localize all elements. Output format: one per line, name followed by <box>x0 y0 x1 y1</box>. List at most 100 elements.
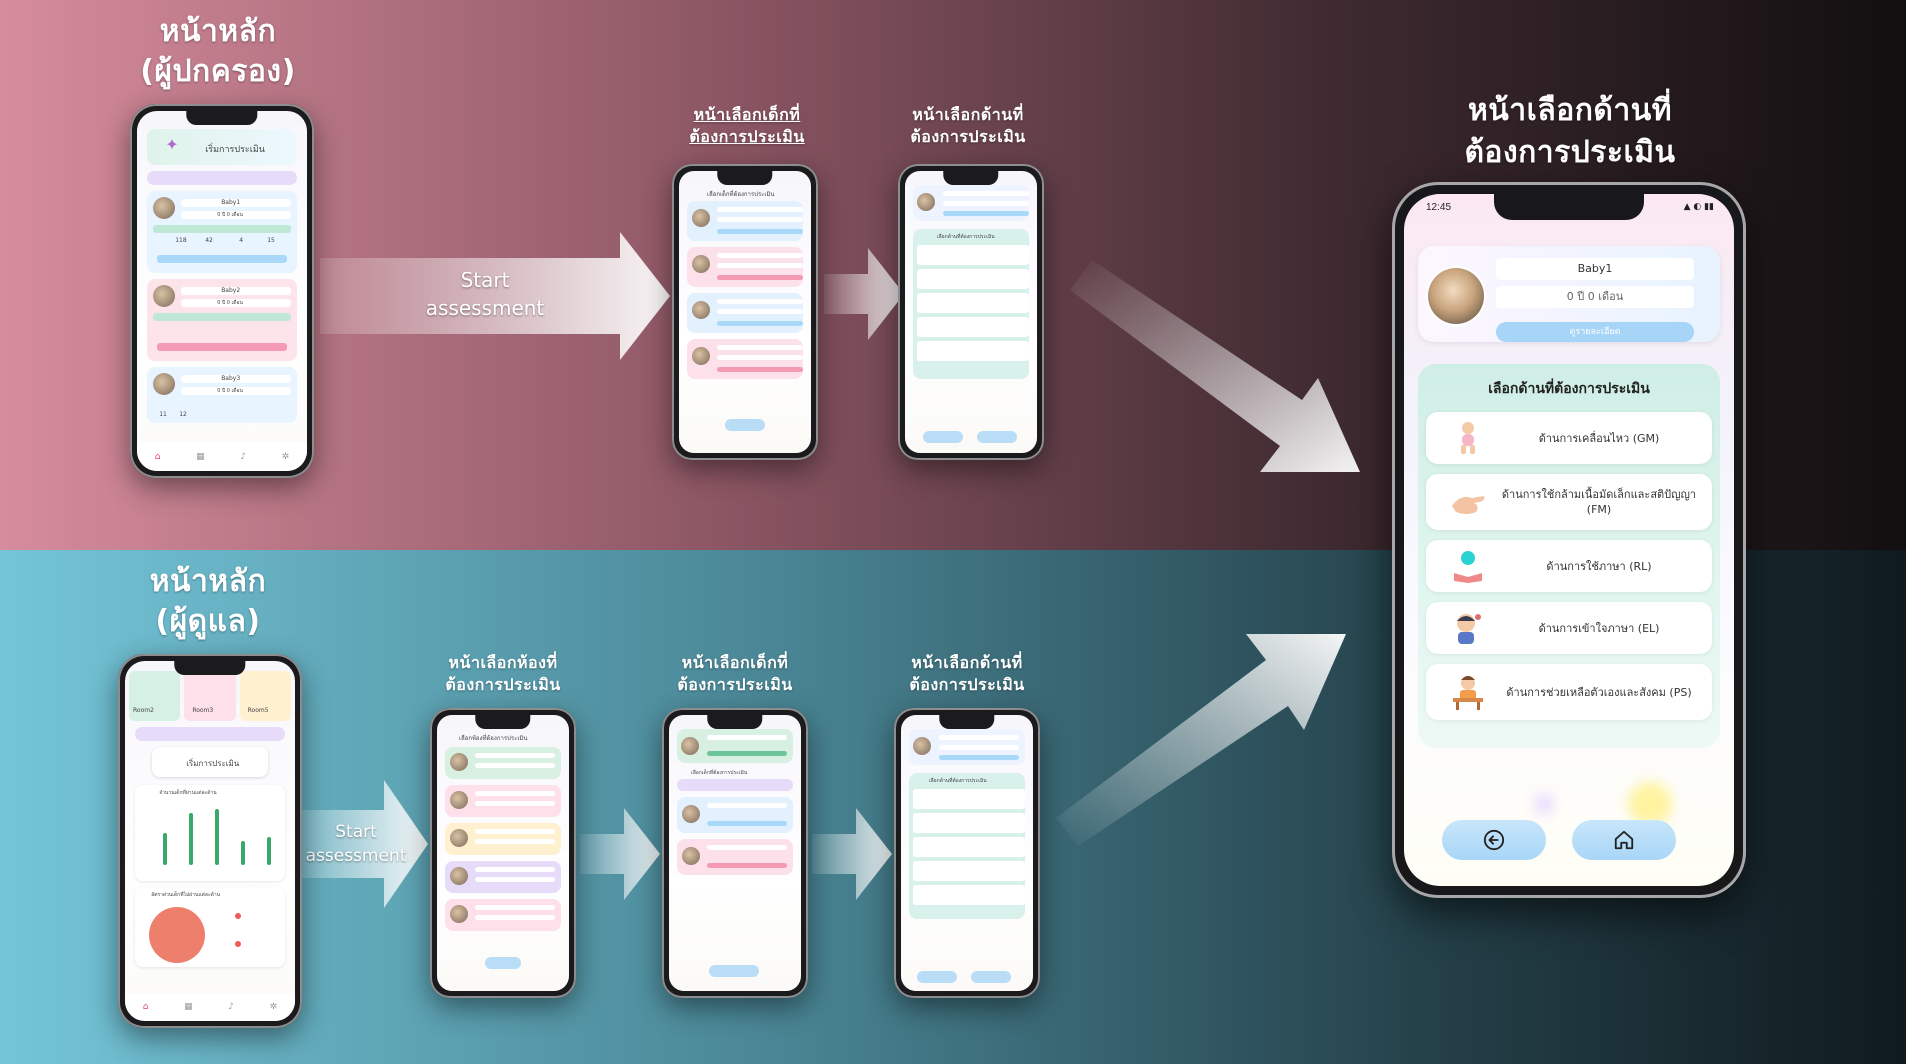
select-domain-heading: หน้าเลือกด้านที่ ต้องการประเมิน <box>910 105 1026 146</box>
view-details-button[interactable]: ดูรายละเอียด <box>1496 322 1694 342</box>
setting-tab-icon[interactable]: ✲ <box>270 1002 278 1012</box>
child-card-baby3[interactable]: Baby3 0 ปี 0 เดือน 11 12 <box>147 367 297 423</box>
room-strip[interactable]: Room2 Room3 Room5 <box>125 671 295 721</box>
pie-chart-card: อัตราส่วนเด็กที่ไม่ผ่านแต่ละด้าน <box>135 887 285 967</box>
domain-item[interactable] <box>912 837 1025 857</box>
domain-item[interactable] <box>916 245 1029 265</box>
select-domain-screen: เลือกด้านที่ต้องการประเมิน <box>905 171 1037 453</box>
arrow-top-1 <box>824 248 904 340</box>
back-button[interactable] <box>917 971 957 983</box>
back-button[interactable] <box>485 957 521 969</box>
domain-panel: เลือกด้านที่ต้องการประเมิน <box>912 229 1030 379</box>
domain-item[interactable] <box>912 789 1025 809</box>
start-assessment-card[interactable]: เริ่มการประเมิน ✦ <box>147 129 297 165</box>
back-button[interactable] <box>923 431 963 443</box>
hand-icon <box>1450 484 1486 520</box>
domain-selection-panel: เลือกด้านที่ต้องการประเมิน ด้านการเคลื่อ… <box>1418 364 1720 748</box>
setting-tab-icon[interactable]: ✲ <box>282 452 290 462</box>
child-item[interactable] <box>686 247 804 287</box>
home-button[interactable] <box>971 971 1011 983</box>
domain-item[interactable] <box>916 341 1029 361</box>
room-item[interactable] <box>444 861 562 893</box>
domain-gm-button[interactable]: ด้านการเคลื่อนไหว (GM) <box>1426 412 1712 464</box>
home-button[interactable] <box>977 431 1017 443</box>
select-child-heading: หน้าเลือกเด็กที่ ต้องการประเมิน <box>689 105 805 146</box>
start-assessment-text: เริ่มการประเมิน <box>205 145 265 155</box>
domain-item[interactable] <box>912 861 1025 881</box>
home-tab-icon[interactable]: ⌂ <box>155 452 161 462</box>
filter-bar[interactable] <box>676 779 794 791</box>
child-card-baby1[interactable]: Baby1 0 ปี 0 เดือน 118 42 4 15 <box>147 191 297 273</box>
domain-item[interactable] <box>916 269 1029 289</box>
domain-el-button[interactable]: ด้านการเข้าใจภาษา (EL) <box>1426 602 1712 654</box>
baby-crawl-icon <box>1450 420 1486 456</box>
screen-title: เลือกห้องที่ต้องการประเมิน <box>459 735 528 742</box>
child-age: 0 ปี 0 เดือน <box>217 300 243 306</box>
avatar <box>153 197 176 219</box>
arrow-bottom-2 <box>812 808 892 900</box>
child-card-baby2[interactable]: Baby2 0 ปี 0 เดือน <box>147 279 297 361</box>
back-button[interactable] <box>709 965 759 977</box>
start-assessment-text: เริ่มการประเมิน <box>186 759 240 768</box>
notification-tab-icon[interactable]: ♪ <box>228 1002 234 1012</box>
home-tab-icon[interactable]: ⌂ <box>143 1002 149 1012</box>
book-icon <box>1450 548 1486 584</box>
filter-bar[interactable] <box>147 171 297 185</box>
decorative-glow <box>1534 794 1554 814</box>
status-bar-icons: ▲ ◐ ▮▮ <box>1683 202 1714 212</box>
room-item[interactable] <box>444 899 562 931</box>
avatar <box>153 285 176 307</box>
domain-rl-button[interactable]: ด้านการใช้ภาษา (RL) <box>1426 540 1712 592</box>
child-name: Baby3 <box>221 375 241 382</box>
phone-caregiver-home: Room2 Room3 Room5 เริ่มการประเมิน จำนวนเ… <box>118 654 302 1028</box>
domain-item[interactable] <box>916 293 1029 313</box>
avatar <box>1428 268 1484 324</box>
room-item[interactable] <box>444 785 562 817</box>
room-summary <box>676 729 794 763</box>
arrow-top-diagonal <box>1070 260 1360 472</box>
explore-tab-icon[interactable]: ▦ <box>196 452 205 462</box>
bar-chart-card: จำนวนเด็กที่ผ่านแต่ละด้าน <box>135 785 285 881</box>
phone-parent-home: เริ่มการประเมิน ✦ Baby1 0 ปี 0 เดือน 118… <box>130 104 314 478</box>
back-button[interactable] <box>725 419 765 431</box>
bottom-tab-bar[interactable]: ⌂ ▦ ♪ ✲ <box>125 993 295 1021</box>
select-domain-heading-bottom: หน้าเลือกด้านที่ ต้องการประเมิน <box>909 653 1025 694</box>
select-room-screen: เลือกห้องที่ต้องการประเมิน <box>437 715 569 991</box>
domain-item[interactable] <box>912 885 1025 905</box>
domain-item[interactable] <box>912 813 1025 833</box>
child-item[interactable] <box>676 839 794 875</box>
stars-icon: ✦ <box>165 135 179 154</box>
large-select-domain-screen: 12:45 ▲ ◐ ▮▮ Baby1 0 ปี 0 เดือน ดูรายละเ… <box>1404 194 1734 886</box>
large-select-domain-heading: หน้าเลือกด้านที่ ต้องการประเมิน <box>1464 93 1676 170</box>
room-item[interactable] <box>444 747 562 779</box>
domain-label: ด้านการใช้กล้ามเนื้อมัดเล็กและสติปัญญา (… <box>1501 488 1697 516</box>
bottom-tab-bar[interactable]: ⌂ ▦ ♪ ✲ <box>137 443 307 471</box>
child-item[interactable] <box>686 339 804 379</box>
notification-tab-icon[interactable]: ♪ <box>240 452 246 462</box>
room-item[interactable] <box>444 823 562 855</box>
explore-tab-icon[interactable]: ▦ <box>184 1002 193 1012</box>
panel-title: เลือกด้านที่ต้องการประเมิน <box>928 778 987 784</box>
domain-fm-button[interactable]: ด้านการใช้กล้ามเนื้อมัดเล็กและสติปัญญา (… <box>1426 474 1712 530</box>
score: 42 <box>205 237 213 244</box>
select-domain-screen-bottom: เลือกด้านที่ต้องการประเมิน <box>901 715 1033 991</box>
domain-label: ด้านการช่วยเหลือตัวเองและสังคม (PS) <box>1506 685 1692 699</box>
back-button[interactable] <box>1442 820 1546 860</box>
child-item[interactable] <box>676 797 794 833</box>
child-info-card: Baby1 0 ปี 0 เดือน ดูรายละเอียด <box>1418 246 1720 342</box>
score: 15 <box>267 237 275 244</box>
child-eating-icon <box>1450 674 1486 710</box>
phone-select-domain: เลือกด้านที่ต้องการประเมิน <box>898 164 1044 460</box>
home-button[interactable] <box>1572 820 1676 860</box>
domain-label: ด้านการใช้ภาษา (RL) <box>1546 559 1652 573</box>
select-room-heading: หน้าเลือกห้องที่ ต้องการประเมิน <box>445 653 561 694</box>
child-item[interactable] <box>686 201 804 241</box>
domain-item[interactable] <box>916 317 1029 337</box>
child-name: Baby1 <box>221 199 241 206</box>
filter-bar[interactable] <box>135 727 285 741</box>
start-assessment-card[interactable]: เริ่มการประเมิน <box>152 747 268 777</box>
parent-home-heading: หน้าหลัก (ผู้ปกครอง) <box>140 14 296 89</box>
domain-ps-button[interactable]: ด้านการช่วยเหลือตัวเองและสังคม (PS) <box>1426 664 1712 720</box>
domain-label: ด้านการเข้าใจภาษา (EL) <box>1538 621 1660 635</box>
child-item[interactable] <box>686 293 804 333</box>
